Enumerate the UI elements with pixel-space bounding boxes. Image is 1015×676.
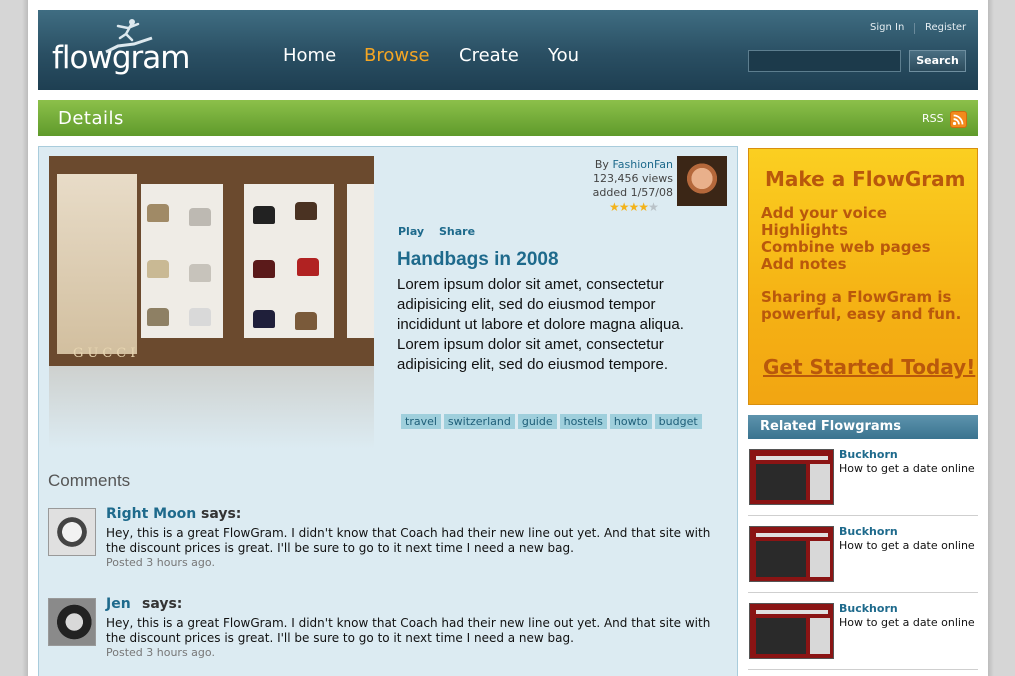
commenter-name[interactable]: Right Moon bbox=[106, 506, 196, 522]
register-link[interactable]: Register bbox=[925, 22, 966, 33]
details-bar: Details RSS bbox=[38, 100, 978, 136]
related-thumbnail[interactable] bbox=[749, 449, 834, 505]
star-icon: ★ bbox=[609, 200, 620, 214]
search-button[interactable]: Search bbox=[909, 50, 966, 72]
tag[interactable]: travel bbox=[401, 414, 441, 429]
ad-feature: Add notes bbox=[761, 255, 847, 273]
rss-link[interactable]: RSS bbox=[922, 112, 944, 125]
nav-create[interactable]: Create bbox=[459, 45, 519, 66]
site-logo[interactable]: flowgram bbox=[52, 40, 190, 76]
flowgram-title: Handbags in 2008 bbox=[397, 249, 559, 270]
says-label: says: bbox=[142, 596, 183, 612]
site-header: flowgram Home Browse Create You Sign In … bbox=[38, 10, 978, 90]
flowgram-video-thumbnail[interactable]: GUCCI bbox=[49, 156, 374, 366]
tag[interactable]: howto bbox=[609, 414, 652, 429]
header-link-divider bbox=[914, 23, 915, 34]
star-empty-icon: ★ bbox=[648, 200, 659, 214]
thumbnail-menu bbox=[57, 174, 137, 354]
ad-title: Make a FlowGram bbox=[765, 167, 966, 191]
handbag-image bbox=[147, 204, 169, 222]
ad-feature: Add your voice bbox=[761, 204, 887, 222]
related-desc: How to get a date online bbox=[839, 539, 975, 552]
related-item[interactable]: Buckhorn How to get a date online bbox=[748, 448, 978, 516]
ad-feature: Combine web pages bbox=[761, 238, 931, 256]
related-desc: How to get a date online bbox=[839, 616, 975, 629]
play-link[interactable]: Play bbox=[398, 225, 424, 238]
get-started-link[interactable]: Get Started Today! bbox=[763, 355, 975, 379]
star-icon: ★ bbox=[638, 200, 649, 214]
tag[interactable]: switzerland bbox=[443, 414, 515, 429]
handbag-image bbox=[189, 308, 211, 326]
ad-feature: Highlights bbox=[761, 221, 848, 239]
handbag-image bbox=[253, 206, 275, 224]
related-desc: How to get a date online bbox=[839, 462, 975, 475]
thumbnail-brand: GUCCI bbox=[73, 346, 140, 361]
commenter-avatar[interactable] bbox=[48, 598, 96, 646]
comments-heading: Comments bbox=[48, 471, 131, 490]
tag[interactable]: guide bbox=[517, 414, 557, 429]
search-input[interactable] bbox=[748, 50, 901, 72]
handbag-image bbox=[147, 308, 169, 326]
view-count: 123,456 views bbox=[592, 172, 673, 185]
details-title: Details bbox=[58, 108, 124, 129]
related-thumbnail[interactable] bbox=[749, 603, 834, 659]
star-icon: ★ bbox=[628, 200, 640, 214]
related-title: Related Flowgrams bbox=[760, 419, 901, 434]
ad-pitch: Sharing a FlowGram is powerful, easy and… bbox=[761, 288, 962, 323]
comment-time: Posted 3 hours ago. bbox=[106, 646, 215, 659]
author-avatar[interactable] bbox=[677, 156, 727, 206]
comment-time: Posted 3 hours ago. bbox=[106, 556, 215, 569]
comment-text: Hey, this is a great FlowGram. I didn't … bbox=[106, 526, 711, 555]
handbag-image bbox=[253, 310, 275, 328]
handbag-image bbox=[189, 208, 211, 226]
commenter-avatar[interactable] bbox=[48, 508, 96, 556]
related-item[interactable]: Buckhorn How to get a date online bbox=[748, 525, 978, 593]
says-label: says: bbox=[201, 506, 242, 522]
page-shadow-right bbox=[988, 0, 994, 676]
flowgram-description: Lorem ipsum dolor sit amet, consectetur … bbox=[397, 276, 684, 373]
star-icon: ★ bbox=[618, 200, 630, 214]
related-name[interactable]: Buckhorn bbox=[839, 602, 898, 615]
handbag-image bbox=[295, 202, 317, 220]
nav-browse[interactable]: Browse bbox=[364, 45, 430, 66]
thumbnail-reflection bbox=[49, 366, 374, 449]
handbag-image bbox=[295, 312, 317, 330]
share-link[interactable]: Share bbox=[439, 225, 475, 238]
related-name[interactable]: Buckhorn bbox=[839, 448, 898, 461]
rating-stars[interactable]: ★★★★★ bbox=[609, 200, 659, 214]
handbag-image bbox=[253, 260, 275, 278]
tag-list: travel switzerland guide hostels howto b… bbox=[401, 414, 702, 429]
tag[interactable]: hostels bbox=[559, 414, 607, 429]
related-header: Related Flowgrams bbox=[748, 415, 978, 439]
related-item[interactable]: Buckhorn How to get a date online bbox=[748, 602, 978, 670]
ad-feature-list: Add your voice Highlights Combine web pa… bbox=[761, 205, 931, 273]
thumbnail-shelf bbox=[347, 184, 374, 338]
author-link[interactable]: FashionFan bbox=[612, 158, 673, 171]
sign-in-link[interactable]: Sign In bbox=[870, 22, 904, 33]
author-meta: By FashionFan 123,456 views added 1/57/0… bbox=[585, 158, 673, 200]
handbag-image bbox=[147, 260, 169, 278]
by-prefix: By bbox=[594, 158, 613, 171]
flowgram-detail-panel: GUCCI By FashionFan 123,456 views added … bbox=[38, 146, 738, 676]
commenter-name[interactable]: Jen bbox=[106, 596, 131, 612]
handbag-image bbox=[189, 264, 211, 282]
handbag-image bbox=[297, 258, 319, 276]
comment-text: Hey, this is a great FlowGram. I didn't … bbox=[106, 616, 711, 645]
nav-you[interactable]: You bbox=[548, 45, 579, 66]
rss-icon[interactable] bbox=[950, 111, 967, 128]
make-flowgram-ad[interactable]: Make a FlowGram Add your voice Highlight… bbox=[748, 148, 978, 405]
nav-home[interactable]: Home bbox=[283, 45, 336, 66]
added-date: added 1/57/08 bbox=[592, 186, 673, 199]
related-thumbnail[interactable] bbox=[749, 526, 834, 582]
tag[interactable]: budget bbox=[654, 414, 702, 429]
related-name[interactable]: Buckhorn bbox=[839, 525, 898, 538]
